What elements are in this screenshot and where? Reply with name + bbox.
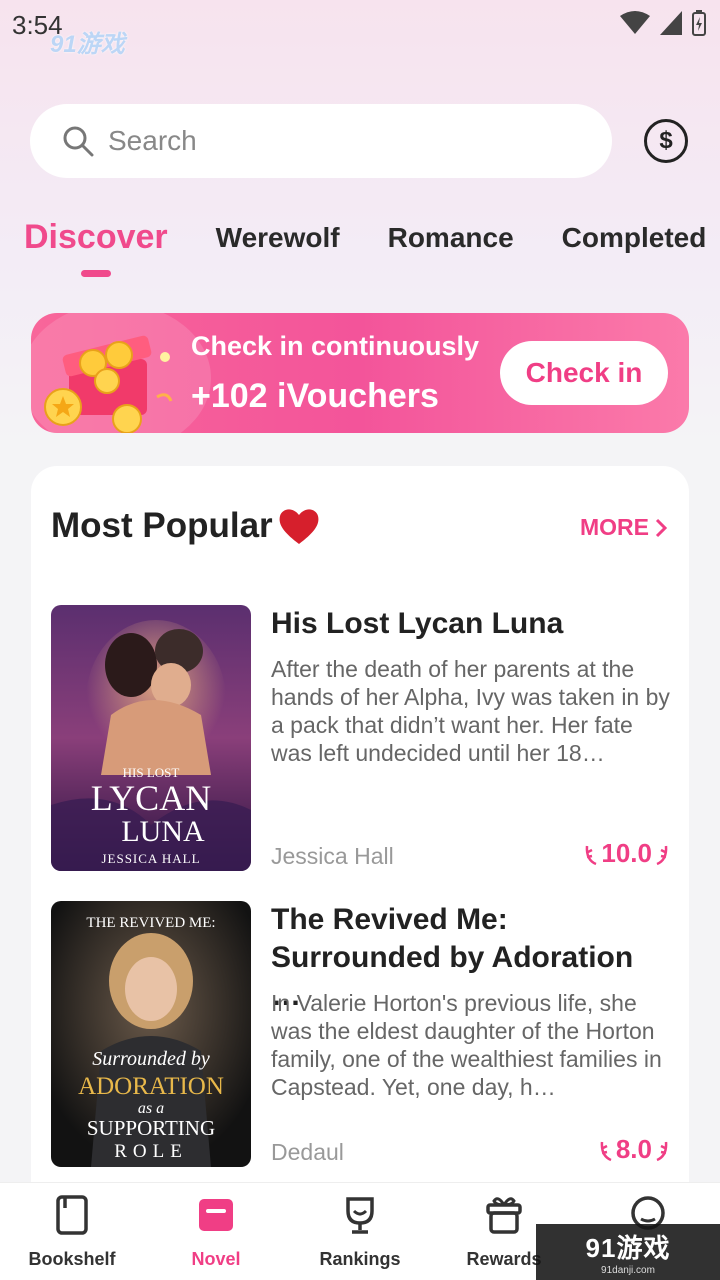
chevron-right-icon [655,518,667,537]
cover-title-line5: SUPPORTING [87,1116,215,1140]
book-author: Dedaul [271,1139,344,1165]
book-cover[interactable]: THE REVIVED ME: Surrounded by ADORATION … [51,901,251,1167]
nav-label: Bookshelf [28,1249,116,1269]
search-icon [63,126,94,157]
heart-icon [279,509,319,544]
tab-completed[interactable]: Completed [562,220,707,284]
corner-watermark-logo: 91游戏 [50,31,125,58]
status-icons [620,10,706,36]
gift-coins-icon [44,335,173,433]
checkin-reward: +102 iVouchers [191,377,439,415]
nav-label: Rankings [319,1249,401,1269]
battery-icon [692,10,706,36]
more-label: MORE [580,514,649,540]
nav-label: Novel [191,1249,241,1269]
nav-rankings[interactable]: Rankings [305,1183,415,1280]
coin-dollar-icon[interactable]: $ [644,119,688,163]
laurel-left-icon [600,1141,612,1161]
checkin-banner[interactable]: Check in continuously +102 iVouchers Che… [31,313,689,433]
score-value: 10.0 [601,838,652,868]
laurel-right-icon [656,1141,668,1161]
cover-title-line4: as a [138,1100,164,1117]
watermark-sub: 91danji.com [601,1265,655,1276]
check-in-button[interactable]: Check in [500,341,668,405]
section-title-text: Most Popular [51,506,273,545]
watermark-main: 91游戏 [585,1233,671,1263]
book-author: Jessica Hall [271,843,394,869]
cover-title-line6: ROLE [114,1141,188,1162]
book-score: 10.0 [584,838,669,869]
score-value: 8.0 [615,1134,652,1164]
book-item[interactable]: THE REVIVED ME: Surrounded by ADORATION … [51,901,671,1169]
cover-author: JESSICA HALL [101,851,200,866]
laurel-right-icon [656,845,668,865]
gift-icon [486,1197,522,1234]
tab-werewolf[interactable]: Werewolf [216,220,340,284]
nav-bookshelf[interactable]: Bookshelf [17,1183,127,1280]
most-popular-section: Most Popular MORE HIS LOST LYCAN LUNA JE… [31,466,689,1226]
cover-title-line3: ADORATION [78,1073,224,1100]
bookshelf-icon [56,1195,88,1235]
book-item[interactable]: HIS LOST LYCAN LUNA JESSICA HALL His Los… [51,605,671,873]
more-link[interactable]: MORE [580,514,667,541]
novel-icon [199,1199,233,1231]
cover-title-line1: THE REVIVED ME: [86,915,215,931]
tab-romance[interactable]: Romance [388,220,514,284]
status-bar: 3:54 91游戏 [0,0,720,58]
book-score: 8.0 [599,1134,669,1165]
search-box[interactable] [30,104,612,178]
book-description: After the death of her parents at the ha… [271,656,670,766]
book-title: His Lost Lycan Luna [271,607,564,640]
book-description: In Valerie Horton's previous life, she w… [271,990,662,1100]
cover-title-line2: Surrounded by [92,1048,210,1070]
nav-novel[interactable]: Novel [161,1183,271,1280]
cover-title-line2: LYCAN [91,778,211,818]
trophy-icon [346,1197,374,1234]
checkin-headline: Check in continuously [191,331,480,361]
category-tabs: Discover Werewolf Romance Completed [24,218,707,284]
watermark-badge: 91游戏 91danji.com [536,1224,720,1280]
laurel-left-icon [586,845,597,865]
section-title: Most Popular [51,506,321,546]
tab-discover[interactable]: Discover [24,216,168,280]
search-input[interactable] [108,125,528,157]
search-row: $ [30,104,690,178]
book-cover[interactable]: HIS LOST LYCAN LUNA JESSICA HALL [51,605,251,871]
wifi-icon [620,11,650,34]
signal-icon [660,11,682,35]
cover-title-line3: LUNA [121,815,205,848]
